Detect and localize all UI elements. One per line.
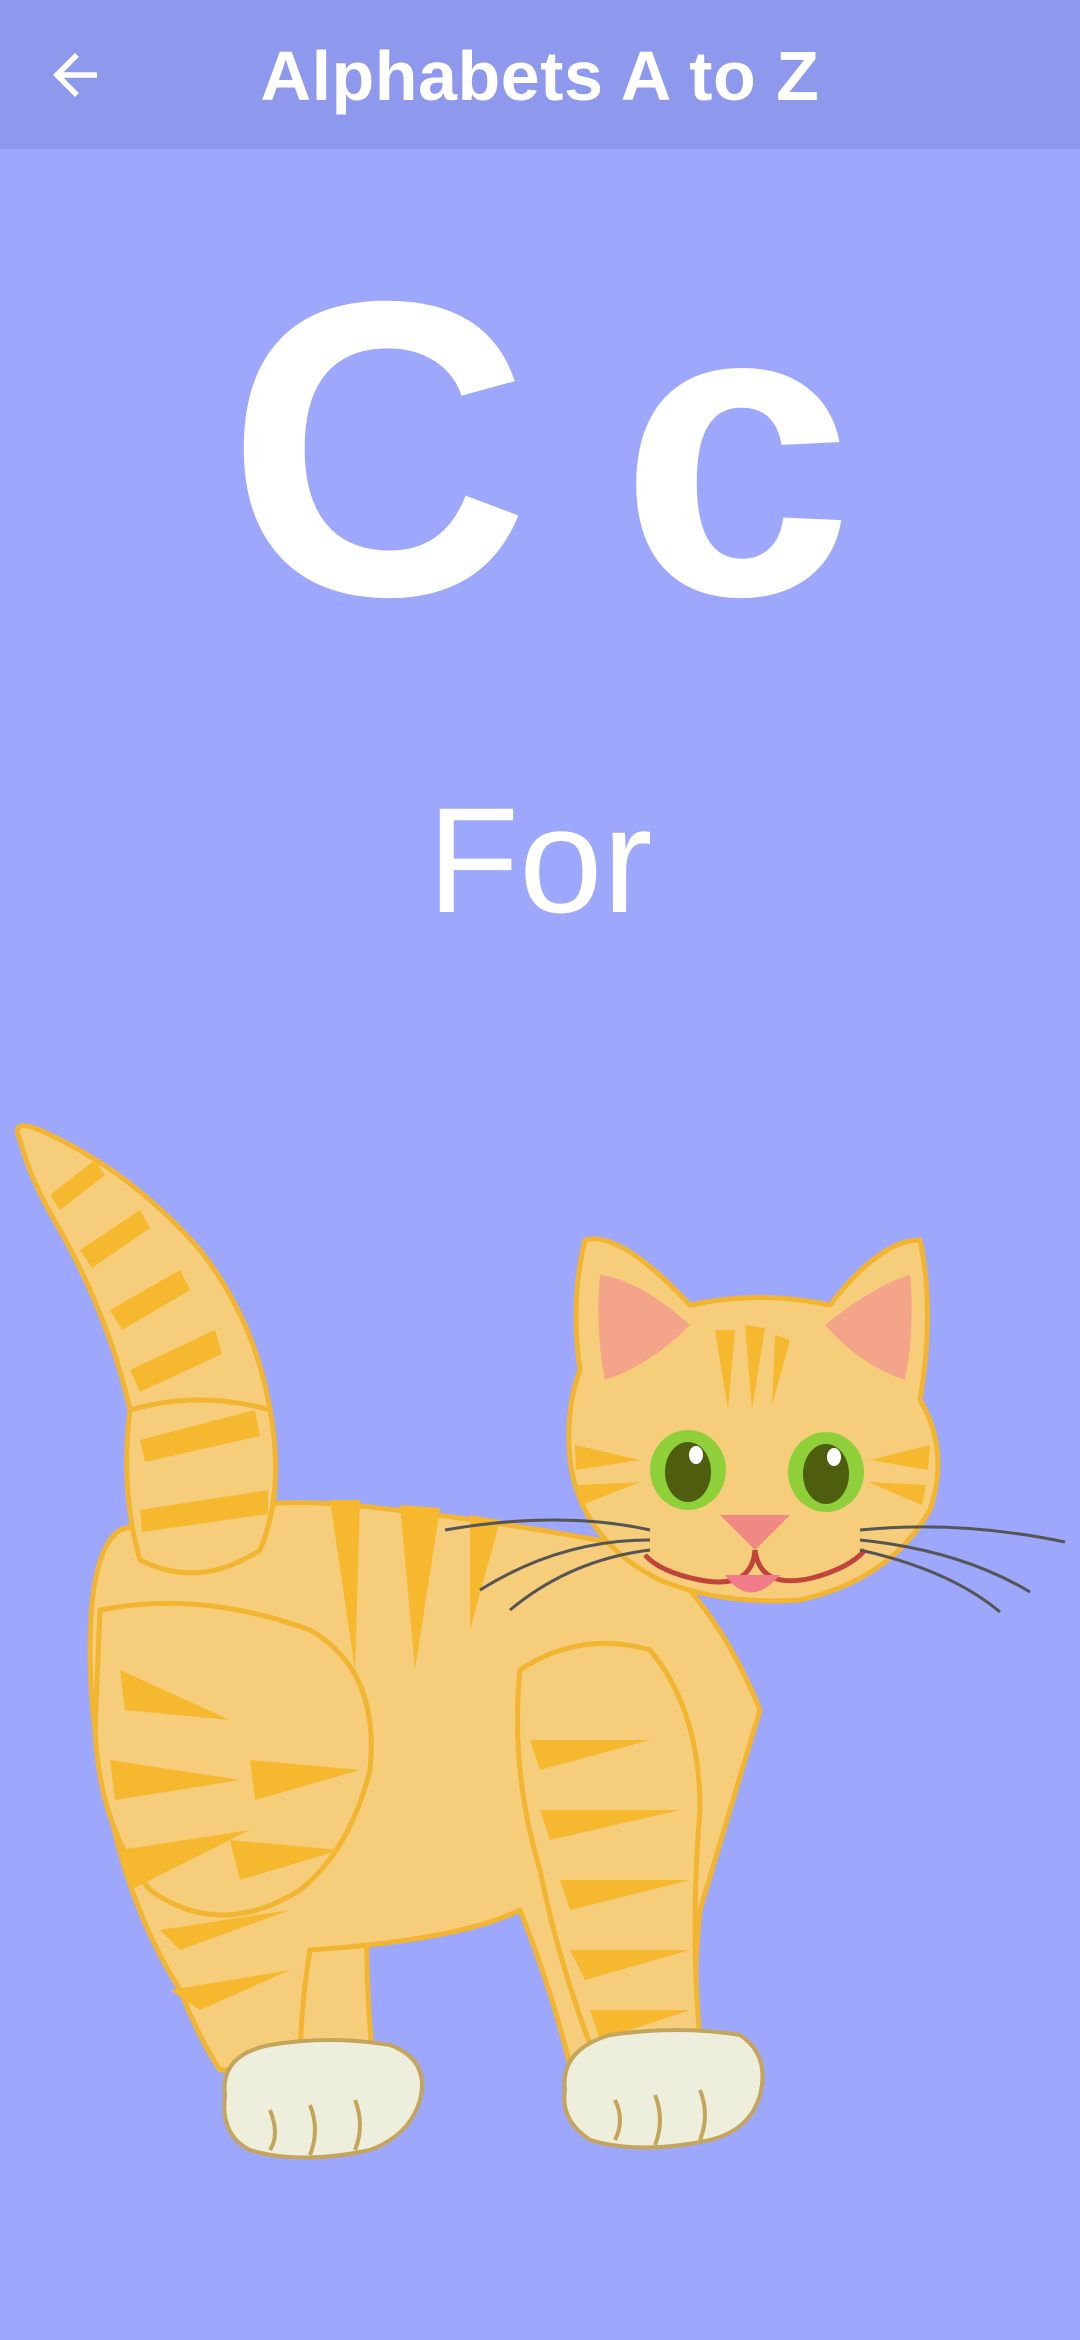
cat-image[interactable]: [0, 1110, 1080, 2190]
uppercase-letter: C: [226, 215, 530, 684]
cat-illustration: [15, 1123, 1066, 2160]
letter-pair: Cc: [0, 215, 1080, 684]
page-title: Alphabets A to Z: [260, 37, 820, 115]
lowercase-letter: c: [619, 215, 854, 684]
word-for: For: [427, 776, 653, 944]
app-bar: Alphabets A to Z: [0, 0, 1080, 149]
screen: Alphabets A to Z Cc For: [0, 0, 1080, 2340]
